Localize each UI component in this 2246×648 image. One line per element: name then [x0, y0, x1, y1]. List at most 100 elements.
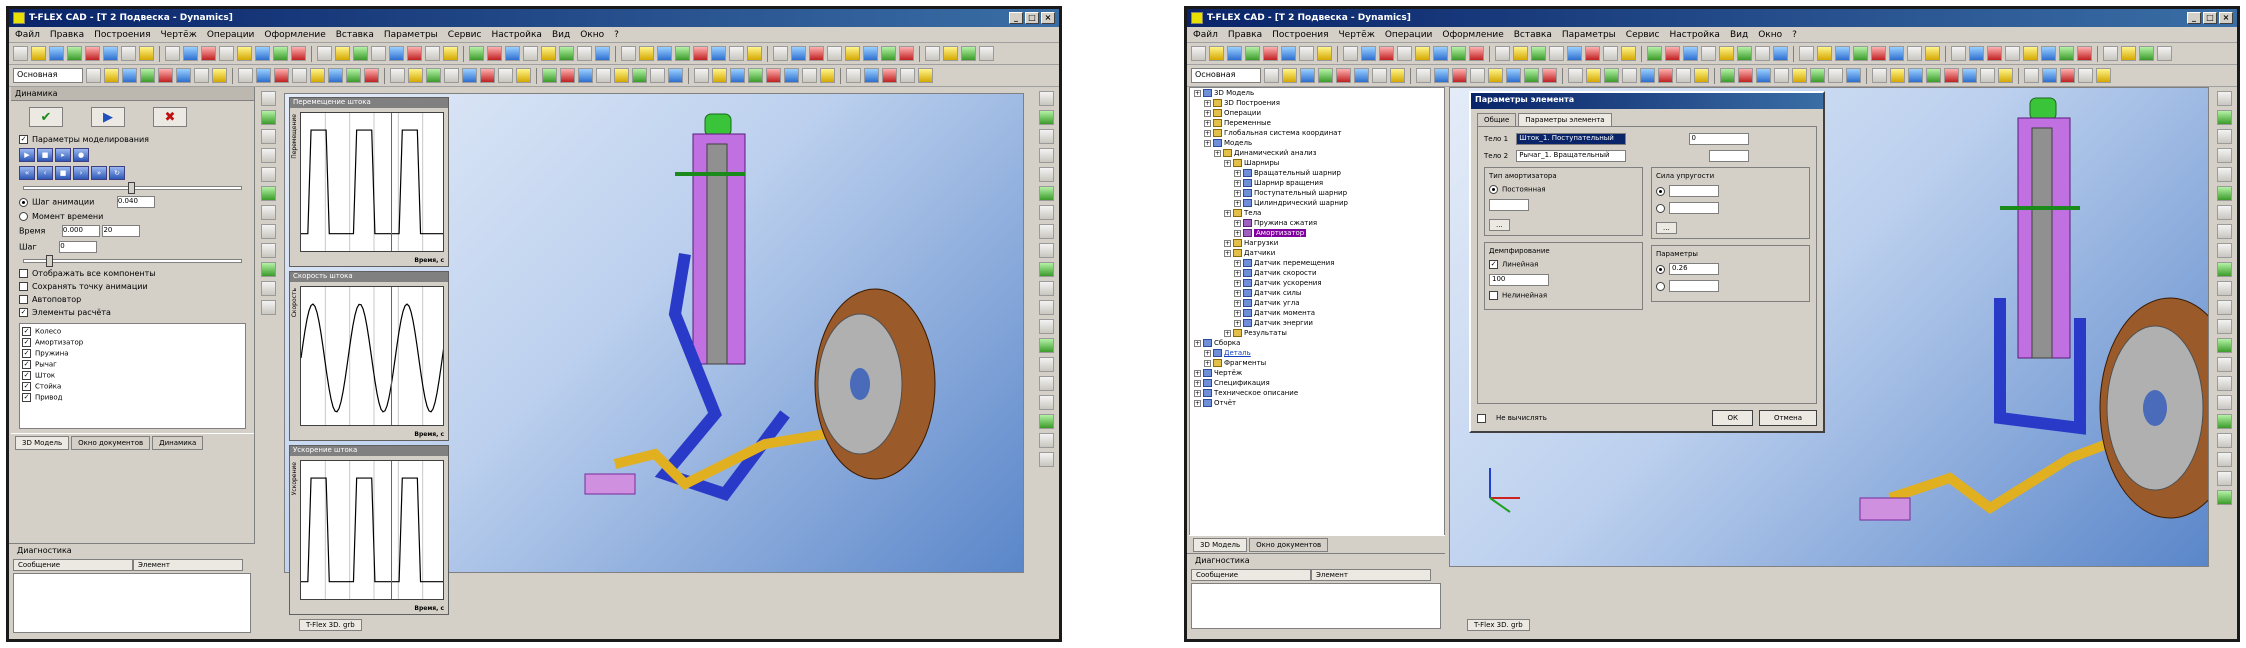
tool-button[interactable]: [261, 110, 276, 125]
toolbar-button[interactable]: [1980, 68, 1995, 83]
tool-button[interactable]: [1039, 205, 1054, 220]
body2-select[interactable]: Рычаг_1. Вращательный: [1516, 150, 1627, 162]
menu-item[interactable]: Вставка: [336, 30, 374, 40]
toolbar-button[interactable]: [165, 46, 180, 61]
tool-button[interactable]: [2217, 91, 2232, 106]
menu-item[interactable]: Вид: [1730, 30, 1748, 40]
tool-button[interactable]: [2217, 490, 2232, 505]
toolbar-button[interactable]: [1792, 68, 1807, 83]
toolbar-button[interactable]: [2023, 46, 2038, 61]
loop-icon[interactable]: ↻: [109, 166, 125, 180]
toolbar-button[interactable]: [1434, 68, 1449, 83]
toolbar-button[interactable]: [104, 68, 119, 83]
toolbar-button[interactable]: [1969, 46, 1984, 61]
toolbar-button[interactable]: [1227, 46, 1242, 61]
toolbar-button[interactable]: [85, 46, 100, 61]
toolbar-button[interactable]: [541, 46, 556, 61]
body1-select[interactable]: Шток_1. Поступательный: [1516, 133, 1627, 145]
value-field-1[interactable]: 0: [1688, 133, 1749, 145]
toolbar-button[interactable]: [1756, 68, 1771, 83]
toolbar-button[interactable]: [1470, 68, 1485, 83]
tool-button[interactable]: [261, 300, 276, 315]
step-field[interactable]: 0.040: [116, 196, 155, 208]
force-radio-1[interactable]: [1656, 186, 1665, 196]
menu-item[interactable]: Оформление: [264, 30, 325, 40]
toolbar-button[interactable]: [1738, 68, 1753, 83]
toolbar-button[interactable]: [408, 68, 423, 83]
expand-icon[interactable]: +: [1234, 309, 1241, 317]
toolbar-button[interactable]: [1720, 68, 1735, 83]
tool-button[interactable]: [261, 91, 276, 106]
toolbar-button[interactable]: [2121, 46, 2136, 61]
toolbar-button[interactable]: [668, 68, 683, 83]
document-tab[interactable]: T-Flex 3D. grb: [1467, 619, 1530, 631]
tree-node[interactable]: + Цилиндрический шарнир: [1190, 198, 1444, 208]
toolbar-button[interactable]: [1683, 46, 1698, 61]
diag-col-element[interactable]: Элемент: [1311, 569, 1431, 581]
toolbar-button[interactable]: [1318, 68, 1333, 83]
toolbar-button[interactable]: [480, 68, 495, 83]
toolbar-button[interactable]: [711, 46, 726, 61]
tool-button[interactable]: [261, 205, 276, 220]
toolbar-button[interactable]: [1737, 46, 1752, 61]
tool-button[interactable]: [1039, 281, 1054, 296]
toolbar-button[interactable]: [2096, 68, 2111, 83]
toolbar-button[interactable]: [425, 46, 440, 61]
toolbar-button[interactable]: [729, 46, 744, 61]
tree-node[interactable]: + Результаты: [1190, 328, 1444, 338]
panel-tab[interactable]: Динамика: [152, 436, 204, 450]
toolbar-button[interactable]: [1621, 46, 1636, 61]
checkbox-2[interactable]: [19, 282, 28, 291]
list-item-checkbox[interactable]: ✓: [22, 349, 31, 358]
expand-icon[interactable]: +: [1214, 149, 1221, 157]
toolbar-button[interactable]: [925, 46, 940, 61]
toolbar-button[interactable]: [2041, 46, 2056, 61]
toolbar-button[interactable]: [1264, 68, 1279, 83]
force-field-1[interactable]: [1669, 185, 1719, 197]
close-button[interactable]: ×: [1041, 12, 1055, 24]
first-icon[interactable]: «: [19, 166, 35, 180]
toolbar-button[interactable]: [1452, 68, 1467, 83]
param-radio-2[interactable]: [1656, 281, 1665, 291]
expand-icon[interactable]: +: [1204, 109, 1211, 117]
tool-button[interactable]: [2217, 338, 2232, 353]
back-icon[interactable]: ‹: [37, 166, 53, 180]
expand-icon[interactable]: +: [1234, 269, 1241, 277]
toolbar-button[interactable]: [1889, 46, 1904, 61]
toolbar-button[interactable]: [1604, 68, 1619, 83]
apply-button[interactable]: ▶: [91, 107, 125, 127]
toolbar-button[interactable]: [1343, 46, 1358, 61]
tree-node[interactable]: + Спецификация: [1190, 378, 1444, 388]
linear-check[interactable]: ✓: [1489, 260, 1498, 269]
toolbar-button[interactable]: [1361, 46, 1376, 61]
toolbar-button[interactable]: [1835, 46, 1850, 61]
toolbar-button[interactable]: [943, 46, 958, 61]
expand-icon[interactable]: +: [1234, 319, 1241, 327]
value-field-2[interactable]: [1708, 150, 1749, 162]
toolbar-button[interactable]: [291, 46, 306, 61]
tool-button[interactable]: [1039, 319, 1054, 334]
toolbar-button[interactable]: [2005, 46, 2020, 61]
tree-node[interactable]: + Датчик силы: [1190, 288, 1444, 298]
toolbar-button[interactable]: [747, 46, 762, 61]
toolbar-button[interactable]: [1354, 68, 1369, 83]
expand-icon[interactable]: +: [1204, 359, 1211, 367]
toolbar-button[interactable]: [1282, 68, 1297, 83]
toolbar-button[interactable]: [176, 68, 191, 83]
toolbar-button[interactable]: [2103, 46, 2118, 61]
toolbar-button[interactable]: [238, 68, 253, 83]
tool-button[interactable]: [1039, 129, 1054, 144]
tree-node[interactable]: + Датчик перемещения: [1190, 258, 1444, 268]
tool-button[interactable]: [1039, 110, 1054, 125]
tree-node[interactable]: + Динамический анализ: [1190, 148, 1444, 158]
footer-checkbox[interactable]: [1477, 413, 1486, 423]
tool-button[interactable]: [1039, 452, 1054, 467]
tool-button[interactable]: [261, 148, 276, 163]
tool-button[interactable]: [2217, 300, 2232, 315]
document-tab[interactable]: T-Flex 3D. grb: [299, 619, 362, 631]
toolbar-button[interactable]: [505, 46, 520, 61]
tool-button[interactable]: [1039, 224, 1054, 239]
ok-button[interactable]: ✔: [29, 107, 63, 127]
toolbar-button[interactable]: [1586, 68, 1601, 83]
radio-step[interactable]: [19, 197, 28, 207]
